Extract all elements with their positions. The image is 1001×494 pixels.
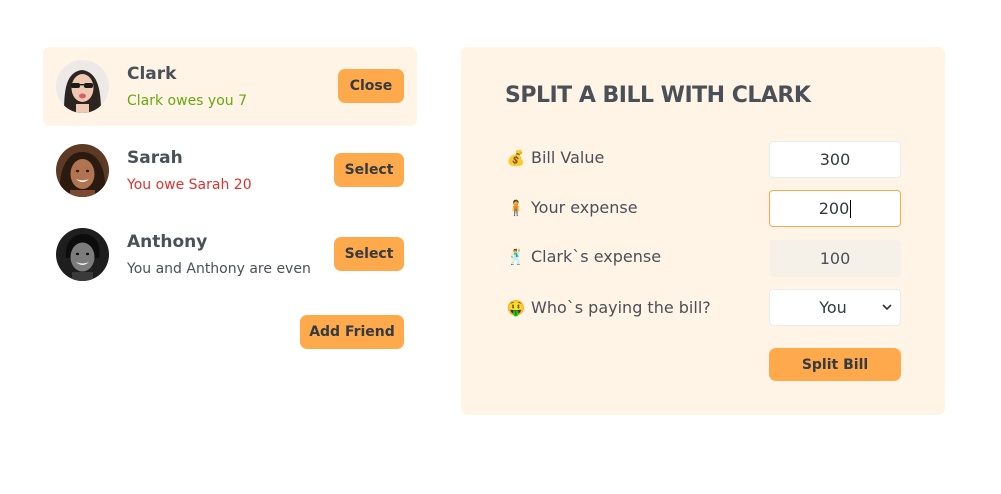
money-bag-icon: 💰	[506, 148, 526, 167]
friend-name: Clark	[127, 64, 177, 84]
friends-list: Clark Clark owes you 7 Close Sarah You o…	[43, 47, 417, 349]
bill-value-label: 💰 Bill Value	[505, 148, 605, 167]
friend-expense-value: 100	[819, 249, 851, 268]
friend-balance-status: You owe Sarah 20	[127, 177, 252, 193]
friend-balance-status: Clark owes you 7	[127, 93, 248, 109]
your-expense-label-text: Your expense	[531, 198, 638, 217]
text-cursor	[850, 199, 852, 218]
payer-label: 🤑 Who`s paying the bill?	[505, 298, 711, 317]
split-bill-button[interactable]: Split Bill	[769, 348, 901, 381]
friend-name: Anthony	[127, 232, 208, 252]
friend-expense-label-text: Clark`s expense	[531, 247, 662, 266]
select-button[interactable]: Select	[334, 153, 404, 187]
friend-balance-status: You and Anthony are even	[127, 261, 311, 277]
avatar	[56, 144, 109, 197]
payer-label-text: Who`s paying the bill?	[531, 298, 711, 317]
your-expense-input[interactable]: 200	[769, 190, 901, 227]
avatar	[56, 228, 109, 281]
your-expense-value: 200	[818, 199, 850, 218]
friend-expense-label: 🕺 Clark`s expense	[505, 247, 661, 266]
chevron-down-icon	[882, 304, 892, 311]
avatar	[56, 60, 109, 113]
bill-value-input[interactable]	[769, 141, 901, 178]
crying-face-icon: 🤑	[506, 298, 526, 317]
friend-expense-input: 100	[769, 240, 901, 277]
add-friend-button[interactable]: Add Friend	[300, 315, 404, 349]
friend-name: Sarah	[127, 148, 183, 168]
payer-selected-value: You	[819, 298, 847, 317]
friend-item-clark: Clark Clark owes you 7 Close	[43, 47, 417, 126]
split-bill-form: SPLIT A BILL WITH CLARK 💰 Bill Value 🧍 Y…	[461, 47, 945, 415]
friend-item-sarah: Sarah You owe Sarah 20 Select	[43, 131, 417, 210]
standing-person-icon: 🧍	[506, 198, 526, 217]
select-button[interactable]: Select	[334, 237, 404, 271]
friend-item-anthony: Anthony You and Anthony are even Select	[43, 215, 417, 294]
close-button[interactable]: Close	[338, 69, 404, 103]
your-expense-label: 🧍 Your expense	[505, 198, 638, 217]
bill-value-label-text: Bill Value	[531, 148, 605, 167]
payer-select[interactable]: You	[769, 289, 901, 326]
dancing-man-icon: 🕺	[506, 247, 526, 266]
form-title: SPLIT A BILL WITH CLARK	[505, 83, 811, 108]
